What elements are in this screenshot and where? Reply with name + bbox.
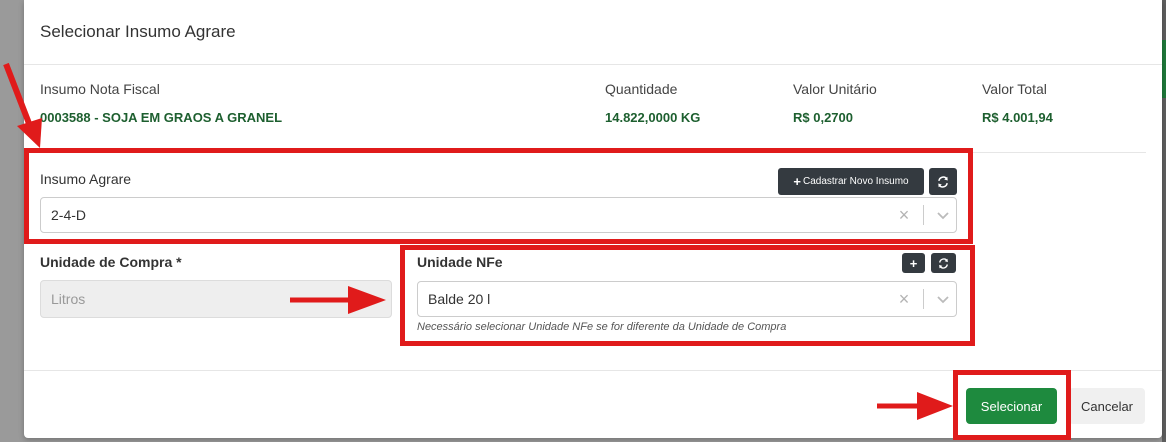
selecionar-button[interactable]: Selecionar bbox=[966, 388, 1057, 424]
unidade-compra-input: Litros bbox=[40, 280, 392, 318]
summary-quantidade: Quantidade 14.822,0000 KG bbox=[605, 81, 700, 125]
refresh-insumo-button[interactable] bbox=[929, 168, 957, 195]
modal-header: Selecionar Insumo Agrare bbox=[24, 0, 1162, 65]
unidade-nfe-value: Balde 20 l bbox=[428, 291, 491, 307]
valor-total-label: Valor Total bbox=[982, 81, 1047, 97]
modal-title: Selecionar Insumo Agrare bbox=[40, 22, 236, 41]
cadastrar-novo-insumo-label: Cadastrar Novo Insumo bbox=[802, 176, 909, 187]
select-insumo-modal: Selecionar Insumo Agrare Insumo Nota Fis… bbox=[24, 0, 1162, 438]
select-separator bbox=[923, 205, 924, 225]
unidade-nfe-select[interactable]: Balde 20 l × bbox=[417, 281, 957, 317]
cancelar-button[interactable]: Cancelar bbox=[1069, 388, 1145, 424]
backdrop-accent bbox=[1162, 40, 1166, 98]
summary-insumo: Insumo Nota Fiscal 0003588 - SOJA EM GRA… bbox=[40, 81, 282, 125]
insumo-nota-fiscal-value: 0003588 - SOJA EM GRAOS A GRANEL bbox=[40, 110, 283, 125]
plus-icon: + bbox=[793, 174, 801, 189]
cadastrar-novo-insumo-button[interactable]: + Cadastrar Novo Insumo bbox=[778, 168, 924, 195]
unidade-nfe-label: Unidade NFe bbox=[417, 254, 503, 270]
unidade-nfe-help-text: Necessário selecionar Unidade NFe se for… bbox=[417, 321, 787, 333]
chevron-down-icon[interactable] bbox=[930, 292, 956, 306]
refresh-icon bbox=[938, 175, 948, 188]
modal-footer-divider bbox=[24, 370, 1162, 371]
chevron-down-icon[interactable] bbox=[930, 208, 956, 222]
valor-total-value: R$ 4.001,94 bbox=[982, 110, 1053, 125]
refresh-unidade-nfe-button[interactable] bbox=[931, 253, 956, 273]
insumo-agrare-value: 2-4-D bbox=[51, 207, 87, 223]
select-separator bbox=[923, 289, 924, 309]
insumo-agrare-select[interactable]: 2-4-D × bbox=[40, 197, 957, 233]
clear-icon[interactable]: × bbox=[891, 289, 917, 310]
summary-valor-unitario: Valor Unitário R$ 0,2700 bbox=[793, 81, 877, 125]
valor-unitario-label: Valor Unitário bbox=[793, 81, 877, 97]
invoice-summary: Insumo Nota Fiscal 0003588 - SOJA EM GRA… bbox=[24, 65, 1146, 153]
insumo-nota-fiscal-label: Insumo Nota Fiscal bbox=[40, 81, 160, 97]
valor-unitario-value: R$ 0,2700 bbox=[793, 110, 853, 125]
quantidade-label: Quantidade bbox=[605, 81, 678, 97]
add-unidade-nfe-button[interactable]: + bbox=[902, 253, 925, 273]
plus-icon: + bbox=[909, 255, 918, 271]
refresh-icon bbox=[939, 257, 948, 269]
quantidade-value: 14.822,0000 KG bbox=[605, 110, 701, 125]
clear-icon[interactable]: × bbox=[891, 205, 917, 226]
unidade-compra-label: Unidade de Compra * bbox=[40, 254, 182, 270]
summary-valor-total: Valor Total R$ 4.001,94 bbox=[982, 81, 1053, 125]
insumo-agrare-label: Insumo Agrare bbox=[40, 171, 132, 187]
